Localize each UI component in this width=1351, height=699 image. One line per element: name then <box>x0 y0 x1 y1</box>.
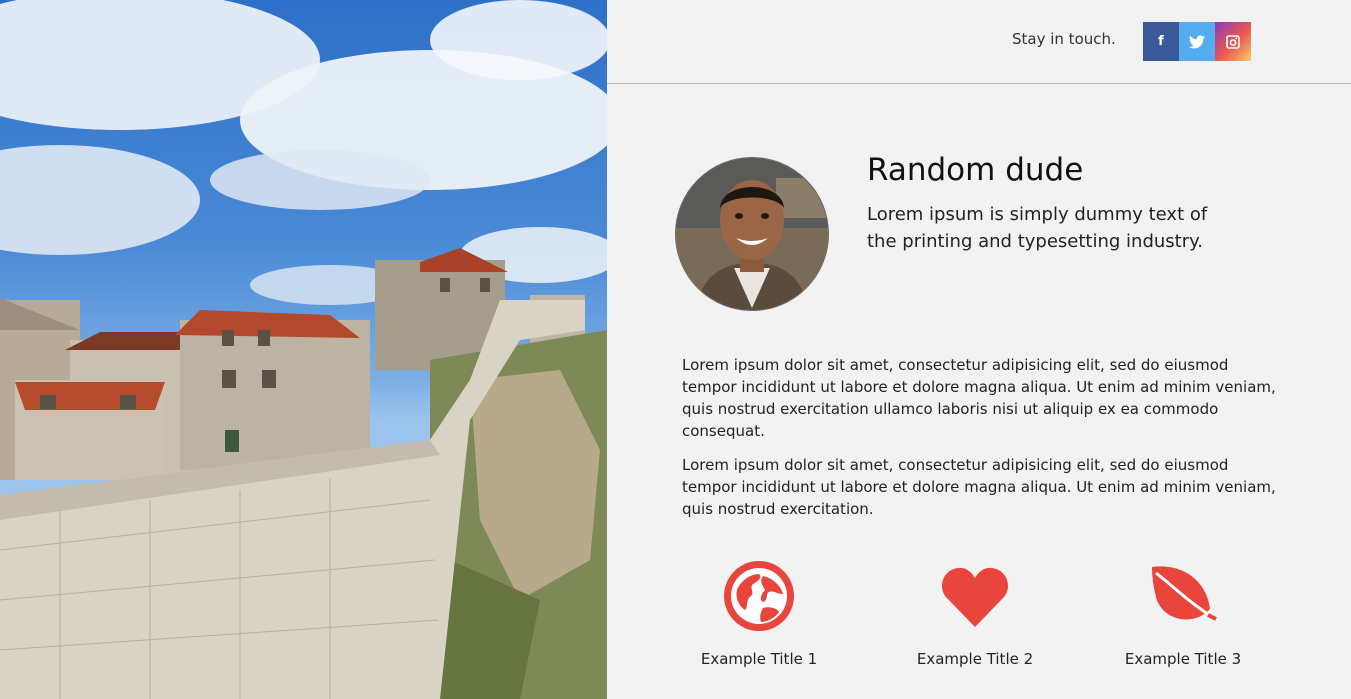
twitter-icon <box>1189 34 1205 48</box>
top-bar: Stay in touch. f <box>607 0 1351 84</box>
feature-title: Example Title 1 <box>700 650 818 668</box>
facebook-button[interactable]: f <box>1143 22 1179 61</box>
profile-name: Random dude <box>867 152 1084 188</box>
profile-tagline: Lorem ipsum is simply dummy text of the … <box>867 204 1208 252</box>
instagram-icon <box>1226 34 1240 49</box>
content-panel: Stay in touch. f Random dude Lorem ipsum… <box>607 0 1351 699</box>
person-portrait <box>676 158 828 310</box>
feature-item-3: Example Title 3 <box>1103 560 1263 668</box>
stay-in-touch-label: Stay in touch. <box>1012 30 1116 48</box>
feature-title: Example Title 2 <box>916 650 1034 668</box>
facebook-icon: f <box>1158 34 1164 49</box>
body-paragraph: Lorem ipsum dolor sit amet, consectetur … <box>682 456 1276 518</box>
instagram-button[interactable] <box>1215 22 1251 61</box>
twitter-button[interactable] <box>1179 22 1215 61</box>
body-text: Lorem ipsum dolor sit amet, consectetur … <box>682 354 1282 532</box>
heart-icon <box>942 567 1008 627</box>
body-paragraph: Lorem ipsum dolor sit amet, consectetur … <box>682 356 1276 440</box>
feature-item-2: Example Title 2 <box>895 560 1055 668</box>
feature-title: Example Title 3 <box>1124 650 1242 668</box>
coastal-town-illustration <box>0 0 607 699</box>
hero-photo <box>0 0 607 699</box>
avatar <box>675 157 829 311</box>
leaf-icon <box>1152 566 1217 621</box>
globe-icon <box>724 561 794 631</box>
social-links: f <box>1143 22 1251 61</box>
feature-item-1: Example Title 1 <box>679 560 839 668</box>
